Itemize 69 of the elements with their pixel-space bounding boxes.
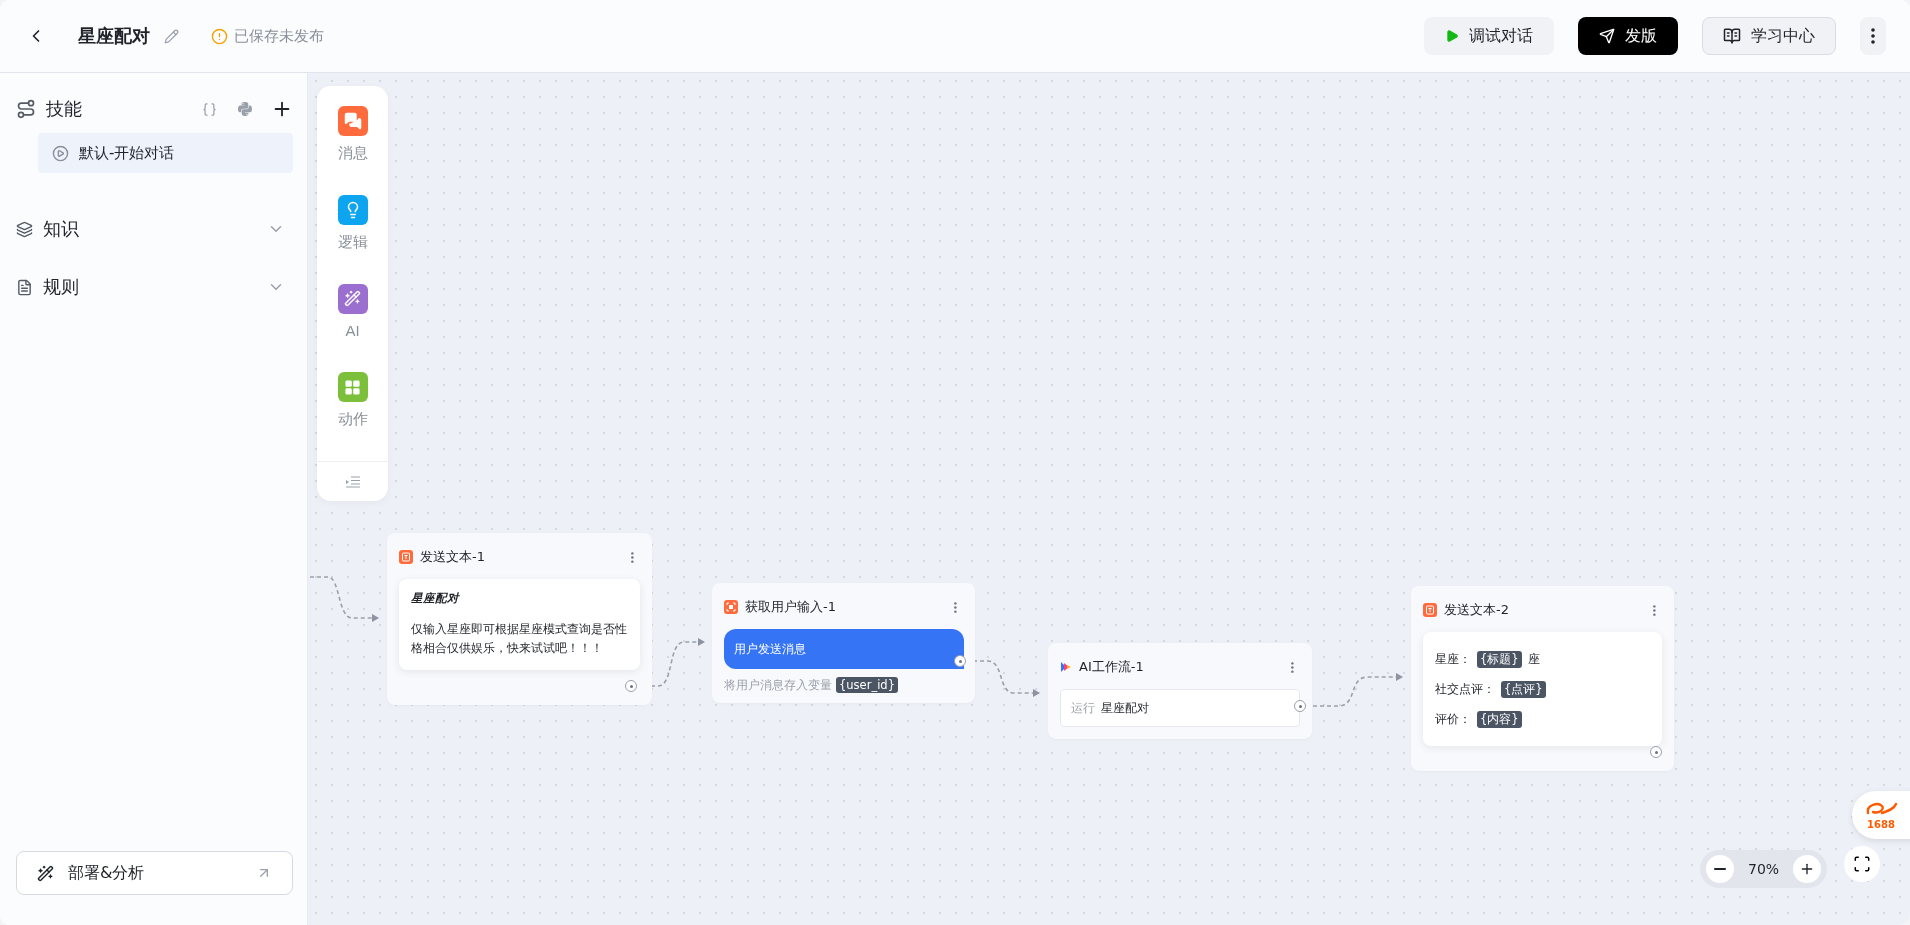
publish-button[interactable]: 发版 — [1578, 17, 1678, 55]
variable-tag: {标题} — [1477, 650, 1522, 668]
fullscreen-button[interactable] — [1844, 846, 1880, 882]
badge-text: 1688 — [1867, 818, 1895, 830]
text-node-icon — [1423, 603, 1437, 617]
field-label: 星座： — [1435, 651, 1471, 667]
field-label: 社交点评： — [1435, 681, 1495, 697]
skill-item[interactable]: 默认-开始对话 — [38, 133, 293, 173]
output-port[interactable] — [1650, 746, 1662, 758]
wand-icon — [344, 290, 361, 307]
zoom-level: 70% — [1748, 861, 1780, 877]
more-icon — [631, 551, 634, 563]
list-icon — [16, 278, 33, 296]
flow-node[interactable]: 发送文本-1 星座配对 仅输入星座即可根据星座模式查询是否性格相合仅供娱乐，快来试试吧！！！ — [387, 533, 652, 705]
code-icon[interactable] — [202, 101, 217, 117]
variable-tag: {点评} — [1501, 680, 1546, 698]
zoom-in-button[interactable] — [1793, 855, 1822, 883]
more-icon — [1291, 661, 1294, 673]
section-title[interactable]: 规则 — [43, 275, 257, 299]
zoom-out-button[interactable] — [1706, 855, 1734, 883]
play-circle-icon — [52, 144, 69, 162]
book-icon — [1723, 27, 1741, 45]
node-title: AI工作流-1 — [1079, 658, 1145, 676]
node-title: 获取用户输入-1 — [745, 598, 837, 616]
skill-label: 默认-开始对话 — [79, 143, 175, 163]
flow-node[interactable]: 发送文本-2 星座： {标题} 座 社交点评： {点评} 评价： {内容} — [1411, 586, 1674, 771]
minus-icon — [1714, 868, 1726, 870]
more-button[interactable] — [1860, 17, 1886, 55]
section-title[interactable]: 知识 — [43, 217, 257, 241]
run-value: 星座配对 — [1101, 699, 1149, 717]
workflow-icon — [1060, 661, 1072, 673]
play-icon — [1445, 29, 1459, 43]
route-icon — [16, 99, 36, 119]
message-text: 仅输入星座即可根据星座模式查询是否性格相合仅供娱乐，快来试试吧！！！ — [411, 621, 628, 657]
message-bubble: 用户发送消息 — [724, 629, 964, 669]
text-node-icon — [399, 550, 413, 564]
field-suffix: 座 — [1527, 651, 1540, 667]
fullscreen-icon — [1853, 855, 1871, 873]
save-status: 已保存未发布 — [234, 26, 324, 46]
more-icon — [954, 601, 957, 613]
node-title: 发送文本-2 — [1444, 601, 1510, 619]
layers-icon — [16, 220, 33, 238]
python-icon[interactable] — [237, 101, 253, 117]
flow-node[interactable]: 获取用户输入-1 用户发送消息 将用户消息存入变量 {user_id} — [712, 583, 975, 703]
section-title[interactable]: 技能 — [46, 97, 192, 121]
flow-node[interactable]: AI工作流-1 运行 星座配对 — [1048, 643, 1312, 739]
wand-icon — [37, 864, 54, 882]
message-heading: 星座配对 — [411, 591, 461, 606]
connector-arrow — [309, 576, 379, 622]
variable-tag: {内容} — [1477, 710, 1522, 728]
learn-button[interactable]: 学习中心 — [1702, 17, 1836, 55]
more-icon — [1871, 28, 1875, 44]
edit-icon[interactable] — [164, 28, 179, 44]
field-label: 评价： — [1435, 711, 1471, 727]
input-node-icon — [724, 600, 738, 614]
output-port[interactable] — [625, 680, 637, 692]
grid-icon — [344, 378, 361, 396]
more-icon — [1653, 604, 1656, 616]
project-title: 星座配对 — [78, 24, 150, 48]
send-icon — [1599, 28, 1615, 44]
node-title: 发送文本-1 — [420, 548, 486, 566]
run-label: 运行 — [1071, 699, 1095, 717]
collapse-icon[interactable] — [344, 475, 361, 488]
deploy-button[interactable]: 部署&分析 — [16, 851, 293, 895]
chat-icon — [343, 112, 362, 130]
warning-icon — [211, 27, 228, 45]
debug-button[interactable]: 调试对话 — [1424, 17, 1554, 55]
variable-tag: {user_id} — [836, 677, 898, 693]
hint-text: 将用户消息存入变量 — [724, 677, 832, 693]
